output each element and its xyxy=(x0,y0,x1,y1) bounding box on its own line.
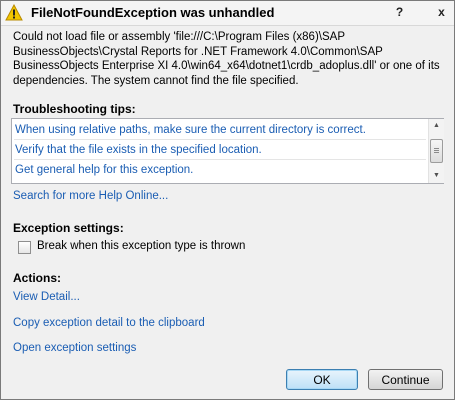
grip-line xyxy=(434,150,439,151)
tip-verify-file-link[interactable]: Verify that the file exists in the speci… xyxy=(15,141,262,159)
grip-line xyxy=(434,152,439,153)
tip-relative-paths-link[interactable]: When using relative paths, make sure the… xyxy=(15,121,366,139)
troubleshooting-heading: Troubleshooting tips: xyxy=(13,102,136,116)
open-exception-settings-link[interactable]: Open exception settings xyxy=(13,342,136,354)
tip-separator xyxy=(14,159,426,160)
view-detail-link[interactable]: View Detail... xyxy=(13,291,80,303)
exception-dialog: FileNotFoundException was unhandled ? x … xyxy=(0,0,455,400)
help-button[interactable]: ? xyxy=(391,4,408,21)
scroll-up-arrow-icon[interactable]: ▲ xyxy=(429,119,444,133)
title-bar: FileNotFoundException was unhandled ? x xyxy=(1,1,454,26)
actions-heading: Actions: xyxy=(13,271,61,285)
tips-scrollbar[interactable]: ▲ ▼ xyxy=(428,119,444,183)
break-on-exception-label[interactable]: Break when this exception type is thrown xyxy=(37,240,245,252)
tip-separator xyxy=(14,139,426,140)
scroll-thumb[interactable] xyxy=(430,139,443,163)
troubleshooting-tips-list: When using relative paths, make sure the… xyxy=(11,118,444,184)
break-on-exception-checkbox[interactable] xyxy=(18,241,31,254)
continue-button[interactable]: Continue xyxy=(368,369,443,390)
grip-line xyxy=(434,148,439,149)
close-button[interactable]: x xyxy=(433,4,450,21)
warning-icon xyxy=(5,4,23,21)
ok-button[interactable]: OK xyxy=(286,369,358,390)
copy-exception-detail-link[interactable]: Copy exception detail to the clipboard xyxy=(13,317,205,329)
exception-settings-heading: Exception settings: xyxy=(13,221,124,235)
dialog-title: FileNotFoundException was unhandled xyxy=(31,5,275,20)
scroll-down-arrow-icon[interactable]: ▼ xyxy=(429,169,444,183)
search-help-online-link[interactable]: Search for more Help Online... xyxy=(13,190,168,202)
exception-message: Could not load file or assembly 'file://… xyxy=(13,31,440,87)
tip-general-help-link[interactable]: Get general help for this exception. xyxy=(15,161,193,179)
